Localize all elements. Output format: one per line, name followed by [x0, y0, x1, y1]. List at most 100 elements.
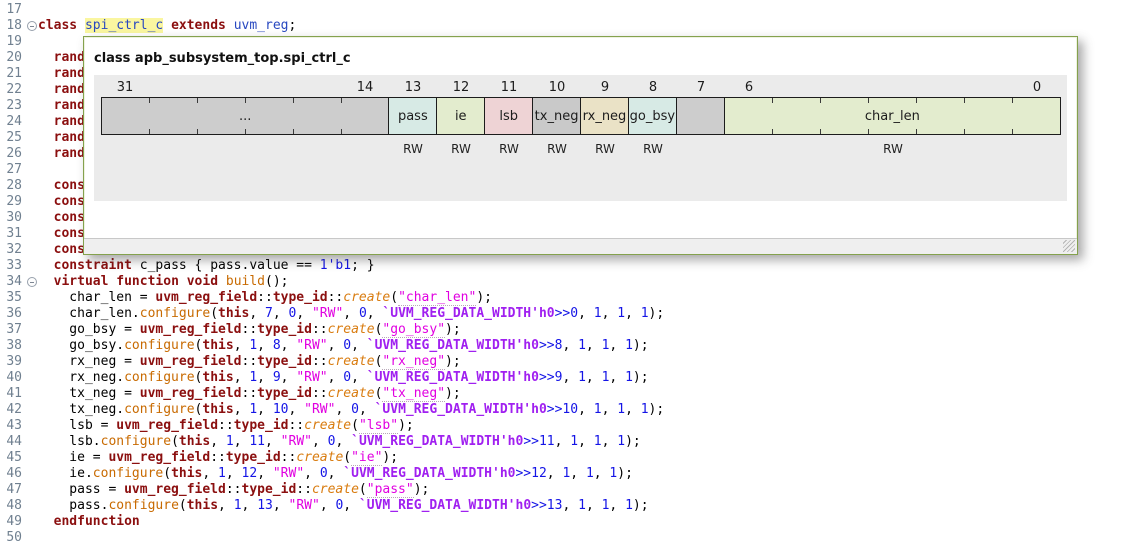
bit-number: 0 — [1032, 80, 1042, 95]
line-number: 31 — [6, 226, 22, 241]
code-line[interactable]: 36 char_len.configure(this, 7, 0, "RW", … — [0, 306, 1142, 322]
code-line[interactable]: 39 rx_neg = uvm_reg_field::type_id::crea… — [0, 354, 1142, 370]
code-text[interactable]: ie = uvm_reg_field::type_id::create("ie"… — [38, 450, 1142, 466]
code-line[interactable]: 43 lsb = uvm_reg_field::type_id::create(… — [0, 418, 1142, 434]
bit-tick — [197, 98, 198, 103]
code-line[interactable]: 41 tx_neg = uvm_reg_field::type_id::crea… — [0, 386, 1142, 402]
fold-column — [26, 498, 38, 514]
code-text[interactable]: rx_neg = uvm_reg_field::type_id::create(… — [38, 354, 1142, 370]
code-line[interactable]: 47 pass = uvm_reg_field::type_id::create… — [0, 482, 1142, 498]
register-field-tx_neg[interactable]: tx_neg — [533, 98, 582, 134]
code-line[interactable]: 46 ie.configure(this, 1, 12, "RW", 0, `U… — [0, 466, 1142, 482]
bit-tick — [915, 98, 917, 103]
code-text[interactable]: class spi_ctrl_c extends uvm_reg; — [38, 18, 1142, 34]
code-text[interactable]: constraint c_pass { pass.value == 1'b1; … — [38, 258, 1142, 274]
fold-column — [26, 354, 38, 370]
code-line[interactable]: 35 char_len = uvm_reg_field::type_id::cr… — [0, 290, 1142, 306]
code-text[interactable]: ie.configure(this, 1, 12, "RW", 0, `UVM_… — [38, 466, 1142, 482]
code-text[interactable]: lsb.configure(this, 1, 11, "RW", 0, `UVM… — [38, 434, 1142, 450]
line-number: 41 — [6, 386, 22, 401]
code-line[interactable]: 40 rx_neg.configure(this, 1, 9, "RW", 0,… — [0, 370, 1142, 386]
line-number: 43 — [6, 418, 22, 433]
fold-collapse-icon[interactable] — [26, 18, 38, 34]
fold-column — [26, 258, 38, 274]
fold-column — [26, 370, 38, 386]
line-number: 37 — [6, 322, 22, 337]
code-text[interactable]: char_len.configure(this, 7, 0, "RW", 0, … — [38, 306, 1142, 322]
bit-tick — [771, 98, 773, 103]
code-text[interactable]: char_len = uvm_reg_field::type_id::creat… — [38, 290, 1142, 306]
code-text[interactable]: go_bsy = uvm_reg_field::type_id::create(… — [38, 322, 1142, 338]
hover-popup-spi-ctrl-c[interactable]: class apb_subsystem_top.spi_ctrl_c 31 14 1… — [83, 36, 1078, 255]
line-number: 22 — [6, 82, 22, 97]
code-line[interactable]: 50 — [0, 530, 1142, 546]
register-field-go_bsy[interactable]: go_bsy — [628, 98, 677, 134]
register-field-ie[interactable]: ie — [437, 98, 486, 134]
line-number: 40 — [6, 370, 22, 385]
code-text[interactable] — [38, 530, 1142, 546]
code-line[interactable]: 42 tx_neg.configure(this, 1, 10, "RW", 0… — [0, 402, 1142, 418]
code-text[interactable]: virtual function void build(); — [38, 274, 1142, 290]
bit-tick — [341, 98, 342, 103]
register-field-unused[interactable] — [676, 98, 725, 134]
field-label: tx_neg — [534, 108, 579, 124]
line-number: 35 — [6, 290, 22, 305]
code-line[interactable]: 49 endfunction — [0, 514, 1142, 530]
code-line[interactable]: 45 ie = uvm_reg_field::type_id::create("… — [0, 450, 1142, 466]
code-line[interactable]: 48 pass.configure(this, 1, 13, "RW", 0, … — [0, 498, 1142, 514]
fold-column — [26, 482, 38, 498]
line-number: 45 — [6, 450, 22, 465]
code-line[interactable]: 44 lsb.configure(this, 1, 11, "RW", 0, `… — [0, 434, 1142, 450]
register-field-lsb[interactable]: lsb — [485, 98, 534, 134]
bit-number — [821, 95, 869, 97]
register-field-unused[interactable]: ... — [102, 98, 390, 134]
code-line[interactable]: 38 go_bsy.configure(this, 1, 8, "RW", 0,… — [0, 338, 1142, 354]
code-line[interactable]: 18 class spi_ctrl_c extends uvm_reg; — [0, 18, 1142, 34]
code-text[interactable]: pass.configure(this, 1, 13, "RW", 0, `UV… — [38, 498, 1142, 514]
bit-tick — [915, 129, 917, 134]
fold-column — [26, 98, 38, 114]
bit-tick — [963, 129, 965, 134]
code-text[interactable] — [38, 2, 1142, 18]
code-line[interactable]: 37 go_bsy = uvm_reg_field::type_id::crea… — [0, 322, 1142, 338]
resize-grip-icon[interactable] — [1063, 240, 1075, 252]
code-line[interactable]: 17 — [0, 2, 1142, 18]
bit-tick — [819, 129, 821, 134]
register-field-char_len[interactable]: char_len — [724, 98, 1061, 134]
code-text[interactable]: lsb = uvm_reg_field::type_id::create("ls… — [38, 418, 1142, 434]
fold-column — [26, 146, 38, 162]
fold-column — [26, 82, 38, 98]
popup-title: class apb_subsystem_top.spi_ctrl_c — [94, 51, 351, 66]
popup-status-bar — [84, 238, 1077, 254]
code-text[interactable]: pass = uvm_reg_field::type_id::create("p… — [38, 482, 1142, 498]
line-number: 29 — [6, 194, 22, 209]
fold-column — [26, 178, 38, 194]
fold-column — [26, 210, 38, 226]
line-number: 50 — [6, 530, 22, 545]
register-field-pass[interactable]: pass — [389, 98, 438, 134]
code-text[interactable]: rx_neg.configure(this, 1, 9, "RW", 0, `U… — [38, 370, 1142, 386]
field-access: RW — [451, 142, 471, 156]
line-number: 32 — [6, 242, 22, 257]
bit-tick — [245, 98, 246, 103]
fold-column — [26, 466, 38, 482]
fold-column — [26, 450, 38, 466]
field-access: RW — [403, 142, 423, 156]
bit-tick — [867, 129, 869, 134]
code-line[interactable]: 33 constraint c_pass { pass.value == 1'b… — [0, 258, 1142, 274]
bit-number: 8 — [648, 80, 658, 95]
field-access: RW — [499, 142, 519, 156]
fold-column — [26, 114, 38, 130]
bit-number — [293, 95, 341, 97]
code-line[interactable]: 34 virtual function void build(); — [0, 274, 1142, 290]
register-panel: 31 14 13 12 11 10 9 8 7 6 0 ... pass ie lsb tx_neg rx_n… — [94, 75, 1067, 201]
code-text[interactable]: tx_neg = uvm_reg_field::type_id::create(… — [38, 386, 1142, 402]
code-text[interactable]: tx_neg.configure(this, 1, 10, "RW", 0, `… — [38, 402, 1142, 418]
field-access: RW — [547, 142, 567, 156]
fold-collapse-icon[interactable] — [26, 274, 38, 290]
code-text[interactable]: endfunction — [38, 514, 1142, 530]
bit-tick — [197, 129, 198, 134]
register-field-rx_neg[interactable]: rx_neg — [581, 98, 629, 134]
bit-tick — [963, 98, 965, 103]
code-text[interactable]: go_bsy.configure(this, 1, 8, "RW", 0, `U… — [38, 338, 1142, 354]
